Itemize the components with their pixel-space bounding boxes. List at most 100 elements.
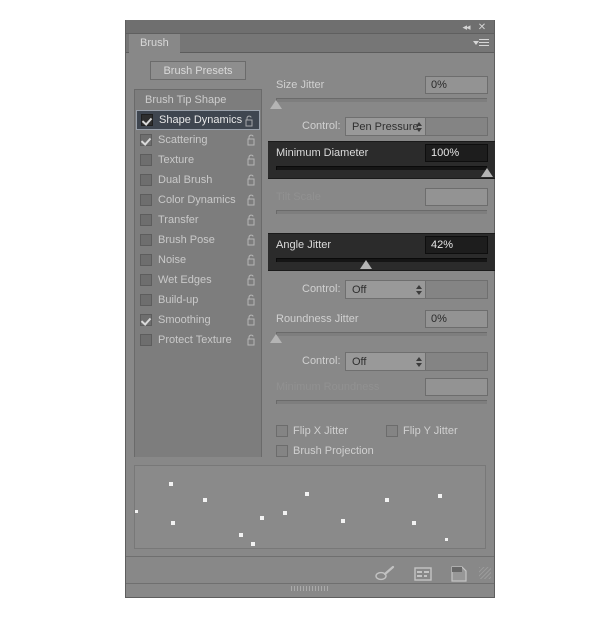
slider-thumb[interactable] bbox=[270, 100, 282, 109]
brush-stroke-icon[interactable] bbox=[374, 565, 396, 583]
checkbox-texture[interactable] bbox=[140, 154, 152, 166]
size-control-row: Control: Pen Pressure bbox=[268, 115, 495, 139]
brush-presets-button[interactable]: Brush Presets bbox=[150, 61, 246, 80]
sidebar-item-label: Transfer bbox=[158, 214, 199, 226]
tilt-scale-value bbox=[425, 188, 488, 206]
angle-jitter-value[interactable]: 42% bbox=[425, 236, 488, 254]
roundness-control-select[interactable]: Off bbox=[345, 352, 429, 371]
angle-control-select[interactable]: Off bbox=[345, 280, 429, 299]
slider-track bbox=[276, 210, 487, 214]
checkbox-noise[interactable] bbox=[140, 254, 152, 266]
size-jitter-label: Size Jitter bbox=[276, 79, 325, 91]
size-control-select[interactable]: Pen Pressure bbox=[345, 117, 429, 136]
panel-body: Brush Presets Brush Tip Shape Shape Dyna… bbox=[126, 53, 495, 490]
sidebar-item-transfer[interactable]: Transfer bbox=[135, 210, 261, 230]
lock-icon[interactable] bbox=[247, 234, 256, 246]
panel-footer bbox=[126, 556, 494, 597]
sidebar-item-scattering[interactable]: Scattering bbox=[135, 130, 261, 150]
preview-dot bbox=[251, 542, 255, 546]
slider-thumb[interactable] bbox=[270, 334, 282, 343]
roundness-jitter-value[interactable]: 0% bbox=[425, 310, 488, 328]
toggle-panel-icon[interactable] bbox=[412, 565, 434, 583]
lock-icon[interactable] bbox=[247, 294, 256, 306]
resize-corner-icon[interactable] bbox=[479, 567, 491, 579]
minimum-roundness-label: Minimum Roundness bbox=[276, 381, 380, 393]
checkbox-brush-projection[interactable] bbox=[276, 445, 288, 457]
sidebar-item-brush-pose[interactable]: Brush Pose bbox=[135, 230, 261, 250]
sidebar-item-smoothing[interactable]: Smoothing bbox=[135, 310, 261, 330]
angle-jitter-slider[interactable] bbox=[268, 257, 495, 270]
checkbox-brush-pose[interactable] bbox=[140, 234, 152, 246]
brush-stroke-preview[interactable] bbox=[134, 465, 486, 549]
flip-jitter-row: Flip X Jitter Flip Y Jitter bbox=[268, 423, 495, 445]
checkbox-color-dynamics[interactable] bbox=[140, 194, 152, 206]
lock-icon[interactable] bbox=[247, 214, 256, 226]
panel-titlebar: ◂◂ ✕ bbox=[126, 20, 494, 34]
lock-icon[interactable] bbox=[247, 274, 256, 286]
brush-projection-label: Brush Projection bbox=[293, 445, 374, 457]
lock-icon[interactable] bbox=[247, 154, 256, 166]
sidebar-item-label: Noise bbox=[158, 254, 187, 266]
collapse-double-arrow-icon[interactable]: ◂◂ bbox=[460, 22, 472, 33]
checkbox-transfer[interactable] bbox=[140, 214, 152, 226]
checkbox-flip-y-jitter[interactable] bbox=[386, 425, 398, 437]
checkbox-wet-edges[interactable] bbox=[140, 274, 152, 286]
sidebar-item-label: Brush Pose bbox=[158, 234, 215, 246]
lock-icon[interactable] bbox=[247, 194, 256, 206]
size-control-label: Control: bbox=[302, 120, 341, 132]
sidebar-item-texture[interactable]: Texture bbox=[135, 150, 261, 170]
angle-jitter-band: Angle Jitter 42% bbox=[268, 233, 495, 271]
resize-grip-icon[interactable] bbox=[291, 586, 329, 591]
size-jitter-slider[interactable] bbox=[268, 97, 495, 110]
lock-icon[interactable] bbox=[247, 134, 256, 146]
sidebar-item-color-dynamics[interactable]: Color Dynamics bbox=[135, 190, 261, 210]
lock-icon[interactable] bbox=[245, 115, 254, 127]
flip-x-jitter-label: Flip X Jitter bbox=[293, 425, 349, 437]
angle-jitter-label: Angle Jitter bbox=[276, 239, 332, 251]
sidebar-item-shape-dynamics[interactable]: Shape Dynamics bbox=[136, 110, 260, 130]
sidebar-item-wet-edges[interactable]: Wet Edges bbox=[135, 270, 261, 290]
tilt-scale-slider bbox=[268, 209, 495, 222]
preview-dot bbox=[412, 521, 416, 525]
minimum-diameter-value[interactable]: 100% bbox=[425, 144, 488, 162]
angle-control-value: Off bbox=[352, 284, 367, 296]
slider-track bbox=[276, 98, 487, 102]
sidebar-item-dual-brush[interactable]: Dual Brush bbox=[135, 170, 261, 190]
sidebar-item-label: Color Dynamics bbox=[158, 194, 236, 206]
roundness-jitter-slider[interactable] bbox=[268, 331, 495, 344]
new-brush-icon[interactable] bbox=[448, 565, 470, 583]
brush-tip-shape-header[interactable]: Brush Tip Shape bbox=[135, 90, 261, 110]
checkbox-flip-x-jitter[interactable] bbox=[276, 425, 288, 437]
minimum-roundness-value bbox=[425, 378, 488, 396]
close-icon[interactable]: ✕ bbox=[476, 22, 488, 33]
size-control-value: Pen Pressure bbox=[352, 121, 419, 133]
size-jitter-value[interactable]: 0% bbox=[425, 76, 488, 94]
sidebar-item-build-up[interactable]: Build-up bbox=[135, 290, 261, 310]
checkbox-shape-dynamics[interactable] bbox=[141, 114, 153, 126]
roundness-jitter-row: Roundness Jitter 0% bbox=[268, 309, 495, 331]
sidebar-item-label: Shape Dynamics bbox=[159, 114, 243, 126]
checkbox-build-up[interactable] bbox=[140, 294, 152, 306]
sidebar-item-noise[interactable]: Noise bbox=[135, 250, 261, 270]
checkbox-dual-brush[interactable] bbox=[140, 174, 152, 186]
lock-icon[interactable] bbox=[247, 254, 256, 266]
slider-track bbox=[276, 400, 487, 404]
tab-brush[interactable]: Brush bbox=[129, 34, 180, 53]
checkbox-scattering[interactable] bbox=[140, 134, 152, 146]
preview-dot bbox=[239, 533, 243, 537]
size-control-side-field[interactable] bbox=[425, 117, 488, 136]
roundness-control-side-field[interactable] bbox=[425, 352, 488, 371]
minimum-diameter-slider[interactable] bbox=[268, 165, 495, 178]
sidebar-item-label: Smoothing bbox=[158, 314, 211, 326]
lock-icon[interactable] bbox=[247, 314, 256, 326]
checkbox-smoothing[interactable] bbox=[140, 314, 152, 326]
angle-control-side-field[interactable] bbox=[425, 280, 488, 299]
slider-thumb[interactable] bbox=[360, 260, 372, 269]
sidebar-item-protect-texture[interactable]: Protect Texture bbox=[135, 330, 261, 350]
preview-dot bbox=[169, 482, 173, 486]
lock-icon[interactable] bbox=[247, 174, 256, 186]
panel-menu-icon[interactable] bbox=[473, 38, 489, 49]
checkbox-protect-texture[interactable] bbox=[140, 334, 152, 346]
slider-thumb[interactable] bbox=[481, 168, 493, 177]
lock-icon[interactable] bbox=[247, 334, 256, 346]
